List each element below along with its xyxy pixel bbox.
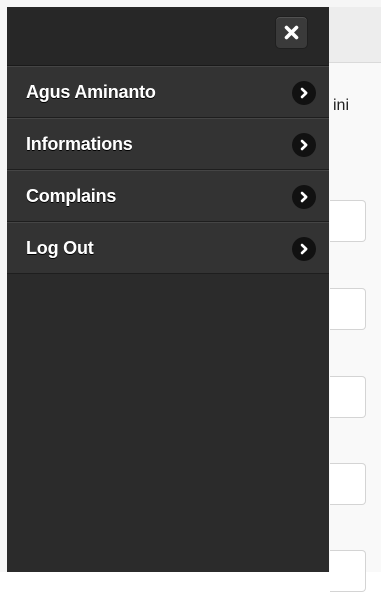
menu-item-profile[interactable]: Agus Aminanto (7, 66, 329, 118)
close-icon (284, 25, 299, 40)
background-partial-text: ini (333, 97, 350, 114)
background-input-field[interactable] (330, 376, 366, 418)
background-input-field[interactable] (330, 200, 366, 242)
menu-item-logout[interactable]: Log Out (7, 222, 329, 274)
menu-item-label: Complains (26, 186, 117, 206)
menu-item-label: Agus Aminanto (26, 82, 156, 102)
menu-item-informations[interactable]: Informations (7, 118, 329, 170)
background-input-field[interactable] (330, 288, 366, 330)
chevron-right-icon (292, 81, 316, 105)
close-button[interactable] (275, 16, 308, 49)
menu-item-label: Log Out (26, 238, 94, 258)
chevron-right-icon (292, 133, 316, 157)
background-header (329, 7, 381, 63)
drawer-header (7, 7, 329, 66)
background-input-field[interactable] (330, 463, 366, 505)
menu-item-complains[interactable]: Complains (7, 170, 329, 222)
chevron-right-icon (292, 185, 316, 209)
chevron-right-icon (292, 237, 316, 261)
background-input-field[interactable] (330, 550, 366, 592)
side-drawer: Agus Aminanto Informations Complains Log… (7, 7, 329, 572)
menu-item-label: Informations (26, 134, 133, 154)
drawer-menu: Agus Aminanto Informations Complains Log… (7, 66, 329, 274)
